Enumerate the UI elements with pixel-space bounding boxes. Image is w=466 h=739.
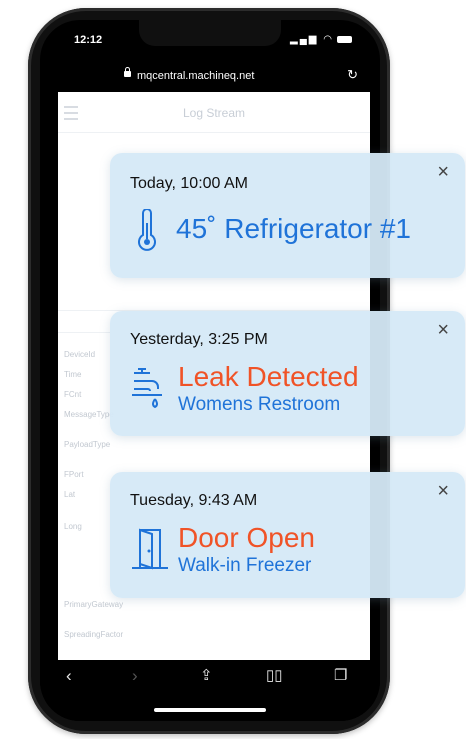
field-label: PrimaryGateway bbox=[64, 600, 124, 609]
status-time: 12:12 bbox=[74, 34, 103, 46]
field-label: SpreadingFactor bbox=[64, 630, 124, 639]
close-icon[interactable]: × bbox=[437, 480, 449, 503]
notification-title: Leak Detected bbox=[178, 361, 359, 392]
bookmarks-icon[interactable]: ▯▯ bbox=[266, 666, 283, 684]
field-label: Time bbox=[64, 370, 82, 379]
field-label: FPort bbox=[64, 470, 84, 479]
browser-toolbar: ‹ › ⇪ ▯▯ ❐ bbox=[40, 660, 380, 721]
door-icon bbox=[132, 528, 168, 570]
thermometer-icon bbox=[138, 209, 156, 251]
browser-address-bar[interactable]: mqcentral.machineq.net ↻ bbox=[40, 64, 380, 90]
forward-icon[interactable]: › bbox=[132, 666, 138, 686]
faucet-leak-icon bbox=[132, 368, 162, 409]
close-icon[interactable]: × bbox=[437, 161, 449, 184]
notification-title: Door Open bbox=[178, 522, 315, 553]
notification-subtitle: Womens Restroom bbox=[178, 394, 341, 415]
signal-wifi-battery-icons: ▂▄▆ ◠ bbox=[290, 34, 352, 45]
share-icon[interactable]: ⇪ bbox=[200, 666, 213, 684]
field-label: MessageType bbox=[64, 410, 114, 419]
notification-card[interactable]: Yesterday, 3:25 PM × Leak Detected Women… bbox=[110, 311, 465, 436]
divider bbox=[58, 132, 370, 133]
page-title: Log Stream bbox=[182, 106, 246, 120]
notification-time: Yesterday, 3:25 PM bbox=[130, 331, 268, 348]
field-label: DeviceId bbox=[64, 350, 96, 359]
tabs-icon[interactable]: ❐ bbox=[334, 666, 347, 684]
field-label: FCnt bbox=[64, 390, 82, 399]
battery-icon bbox=[337, 35, 352, 43]
lock-icon bbox=[124, 67, 131, 77]
home-indicator[interactable] bbox=[154, 708, 266, 712]
notification-card[interactable]: Tuesday, 9:43 AM × Door Open Walk-in Fre… bbox=[110, 472, 465, 598]
notification-card[interactable]: Today, 10:00 AM × 45˚ Refrigerator #1 bbox=[110, 153, 465, 278]
close-icon[interactable]: × bbox=[437, 319, 449, 342]
notification-subtitle: Walk-in Freezer bbox=[178, 555, 312, 576]
field-label: Long bbox=[64, 522, 82, 531]
back-icon[interactable]: ‹ bbox=[66, 666, 72, 686]
notch bbox=[139, 20, 281, 46]
notification-time: Today, 10:00 AM bbox=[130, 175, 248, 192]
notification-time: Tuesday, 9:43 AM bbox=[130, 492, 258, 509]
reload-icon[interactable]: ↻ bbox=[347, 67, 358, 83]
field-label: PayloadType bbox=[64, 440, 111, 449]
url-text: mqcentral.machineq.net bbox=[137, 70, 255, 82]
field-label: Lat bbox=[64, 490, 76, 499]
notification-title: 45˚ Refrigerator #1 bbox=[176, 213, 412, 244]
